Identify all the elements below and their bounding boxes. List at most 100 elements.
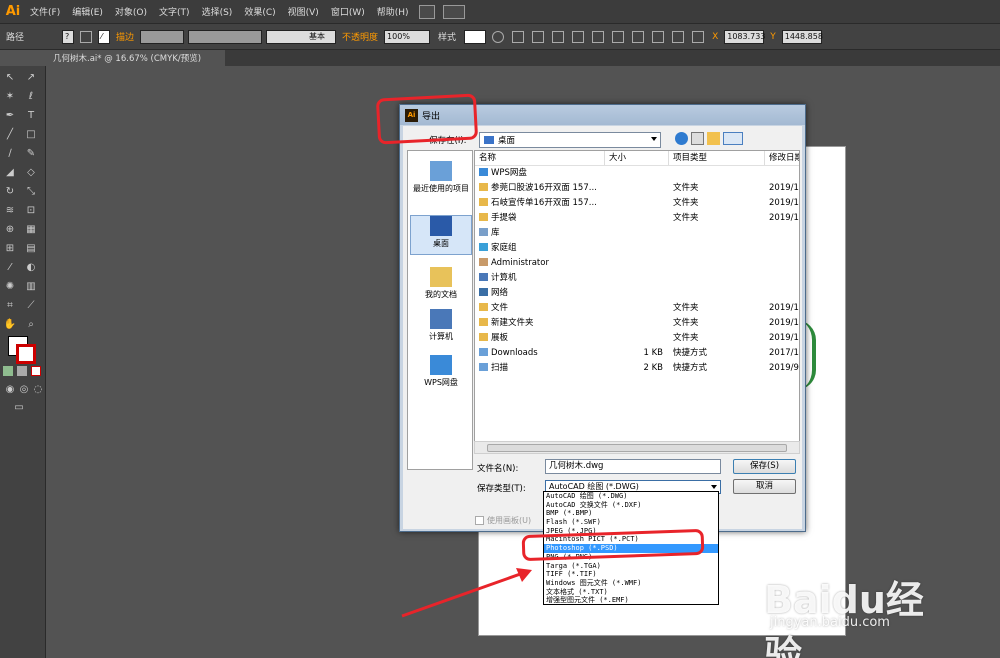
filename-input[interactable]: 几何树木.dwg [545,459,721,474]
stroke-swatch[interactable]: ⁄ [98,29,111,44]
fill-swatch[interactable]: ? [62,29,75,44]
symbol-sprayer-tool-icon[interactable]: ✺ [3,281,17,293]
menu-item[interactable]: 效果(C) [238,5,281,18]
back-icon[interactable] [675,132,688,145]
gradient-mode-icon[interactable] [17,366,27,376]
file-row[interactable]: 网络 [475,286,799,301]
filetype-option[interactable]: Targa (*.TGA) [544,562,718,571]
filetype-option[interactable]: TIFF (*.TIF) [544,570,718,579]
place-item[interactable]: 计算机 [410,309,472,349]
file-row[interactable]: 手提袋 文件夹 2019/1 [475,211,799,226]
x-input[interactable]: 1083.733 [724,29,765,44]
fill-stroke-swatches[interactable] [8,336,38,366]
align-top-icon[interactable] [592,30,605,43]
file-row[interactable]: 展板 文件夹 2019/1 [475,331,799,346]
slice-tool-icon[interactable]: ⟋ [24,300,38,312]
pencil-tool-icon[interactable]: ✎ [24,148,38,160]
save-in-combo[interactable]: 桌面 [479,132,661,148]
up-folder-icon[interactable] [691,132,704,145]
stroke-weight[interactable] [140,29,185,44]
free-transform-tool-icon[interactable]: ⊡ [24,205,38,217]
new-folder-icon[interactable] [707,132,720,145]
brush-definition[interactable]: 基本 [266,29,337,44]
draw-inside-icon[interactable]: ◌ [31,384,45,396]
align-center-icon[interactable] [552,30,565,43]
rotate-tool-icon[interactable]: ↻ [3,186,17,198]
menu-item[interactable]: 视图(V) [282,5,325,18]
menu-item[interactable]: 文字(T) [153,5,196,18]
file-row[interactable]: 文件 文件夹 2019/1 [475,301,799,316]
menu-item[interactable]: 选择(S) [196,5,239,18]
none-mode-icon[interactable] [31,366,41,376]
document-tab[interactable]: 几何树木.ai* @ 16.67% (CMYK/预览) [47,50,225,66]
gradient-tool-icon[interactable]: ▤ [24,243,38,255]
paintbrush-tool-icon[interactable]: ∕ [3,148,17,160]
filetype-option[interactable]: Windows 图元文件 (*.WMF) [544,579,718,588]
mesh-tool-icon[interactable]: ⊞ [3,243,17,255]
filetype-option[interactable]: AutoCAD 交换文件 (*.DXF) [544,501,718,510]
distribute-icon[interactable] [652,30,665,43]
align-bottom-icon[interactable] [632,30,645,43]
scrollbar-thumb[interactable] [487,444,787,452]
place-item[interactable]: 我的文档 [410,267,472,307]
file-row[interactable]: 参莞口股波16开双面 157... 文件夹 2019/1 [475,181,799,196]
eraser-tool-icon[interactable]: ◇ [24,167,38,179]
hand-tool-icon[interactable]: ✋ [3,319,17,331]
magic-wand-tool-icon[interactable]: ✶ [3,91,17,103]
pen-tool-icon[interactable]: ✒ [3,110,17,122]
opacity-input[interactable]: 100% [384,29,431,44]
blob-brush-tool-icon[interactable]: ◢ [3,167,17,179]
file-row[interactable]: 石岐宣传单16开双面 157... 文件夹 2019/1 [475,196,799,211]
view-menu-icon[interactable] [723,132,743,145]
distribute-spacing-icon[interactable] [692,30,705,43]
scale-tool-icon[interactable]: ⤡ [24,186,38,198]
draw-normal-icon[interactable]: ◉ [3,384,17,396]
variable-width-profile[interactable] [188,29,263,44]
bridge-icon[interactable] [418,4,435,19]
color-mode-icon[interactable] [3,366,13,376]
opacity-label[interactable]: 不透明度 [342,30,378,43]
place-item[interactable]: 最近使用的项目 [410,161,472,201]
file-row[interactable]: 新建文件夹 文件夹 2019/1 [475,316,799,331]
lasso-tool-icon[interactable]: ℓ [24,91,38,103]
file-row[interactable]: 计算机 [475,271,799,286]
menu-item[interactable]: 编辑(E) [66,5,109,18]
file-row[interactable]: 家庭组 [475,241,799,256]
file-row[interactable]: 库 [475,226,799,241]
use-artboards-checkbox[interactable]: 使用画板(U) [475,515,531,526]
file-row[interactable]: WPS网盘 [475,166,799,181]
column-size[interactable]: 大小 [605,151,669,166]
align-right-icon[interactable] [572,30,585,43]
align-to-icon[interactable] [512,30,525,43]
artboard-tool-icon[interactable]: ⌗ [3,300,17,312]
column-name[interactable]: 名称 [475,151,605,166]
graphic-style-swatch[interactable] [464,29,487,44]
menu-item[interactable]: 对象(O) [109,5,153,18]
distribute-center-icon[interactable] [672,30,685,43]
draw-behind-icon[interactable]: ◎ [17,384,31,396]
line-tool-icon[interactable]: ╱ [3,129,17,141]
menu-item[interactable]: 文件(F) [24,5,66,18]
shape-builder-tool-icon[interactable]: ⊕ [3,224,17,236]
align-left-icon[interactable] [532,30,545,43]
stroke-label[interactable]: 描边 [116,30,134,43]
direct-selection-tool-icon[interactable]: ↗ [24,72,38,84]
menu-item[interactable]: 帮助(H) [371,5,415,18]
filetype-option[interactable]: 文本格式 (*.TXT) [544,588,718,597]
recolor-icon[interactable] [492,30,505,43]
align-middle-icon[interactable] [612,30,625,43]
width-tool-icon[interactable]: ≋ [3,205,17,217]
filetype-option[interactable]: BMP (*.BMP) [544,509,718,518]
screen-mode-icon[interactable]: ▭ [10,402,28,414]
fill-dropdown-icon[interactable] [80,30,93,43]
file-row[interactable]: Administrator [475,256,799,271]
file-row[interactable]: Downloads 1 KB 快捷方式 2017/1 [475,346,799,361]
y-input[interactable]: 1448.858 [781,29,823,44]
graph-tool-icon[interactable]: ▥ [24,281,38,293]
perspective-grid-tool-icon[interactable]: ▦ [24,224,38,236]
column-modified[interactable]: 修改日期 [765,151,799,166]
file-row[interactable]: 扫描 2 KB 快捷方式 2019/9 [475,361,799,376]
menu-item[interactable]: 窗口(W) [325,5,371,18]
selection-tool-icon[interactable]: ↖ [3,72,17,84]
place-item[interactable]: 桌面 [410,215,472,255]
